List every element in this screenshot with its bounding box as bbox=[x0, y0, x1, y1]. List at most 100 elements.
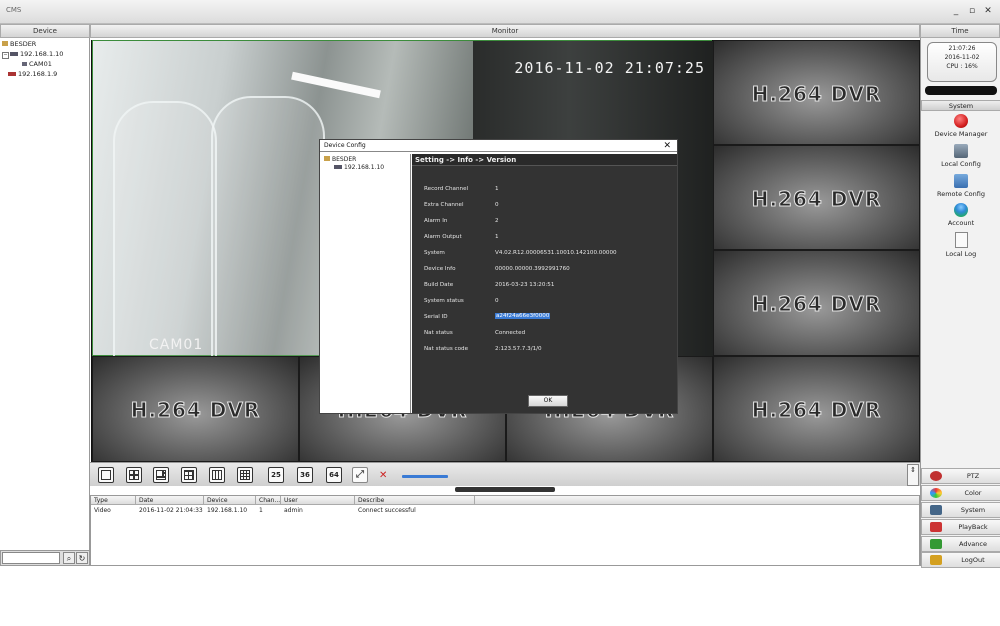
monitor-header: Monitor bbox=[90, 24, 920, 38]
layout-4-button[interactable] bbox=[126, 467, 142, 483]
field-label: Device Info bbox=[424, 266, 456, 272]
column-header-channel[interactable]: Chan... bbox=[256, 496, 281, 505]
account-icon bbox=[954, 203, 968, 217]
log-cell-date: 2016-11-02 21:04:33 bbox=[139, 507, 203, 514]
field-label: Alarm In bbox=[424, 218, 448, 224]
logout-button[interactable]: LogOut bbox=[921, 552, 1000, 568]
layout-25-button[interactable]: 25 bbox=[268, 467, 284, 483]
account-button[interactable]: Account bbox=[921, 203, 1000, 227]
layout-9-button[interactable] bbox=[181, 467, 197, 483]
ptz-icon bbox=[930, 471, 942, 481]
maximize-button[interactable]: ▫ bbox=[966, 5, 978, 17]
dialog-close-icon[interactable]: ✕ bbox=[663, 140, 671, 152]
field-label: Extra Channel bbox=[424, 202, 464, 208]
remote-config-button[interactable]: Remote Config bbox=[921, 174, 1000, 198]
search-icon[interactable]: ⌕ bbox=[63, 552, 75, 564]
view-toolbar: 25 36 64 ⤢ ✕ ⇕ bbox=[90, 462, 920, 486]
layout-16-button[interactable] bbox=[237, 467, 253, 483]
playback-button[interactable]: PlayBack bbox=[921, 519, 1000, 535]
remote-config-icon bbox=[954, 174, 968, 188]
layout-1-button[interactable] bbox=[98, 467, 114, 483]
event-log-table: Type Date Device Chan... User Describe V… bbox=[90, 495, 920, 566]
document-icon bbox=[954, 232, 968, 248]
tree-item-device[interactable]: 192.168.1.9 bbox=[8, 70, 57, 78]
log-cell-type: Video bbox=[94, 507, 111, 514]
layout-6-button[interactable] bbox=[153, 467, 169, 483]
device-config-dialog: Device Config ✕ BESDER 192.168.1.10 Sett… bbox=[319, 139, 678, 414]
volume-slider[interactable] bbox=[402, 475, 448, 478]
refresh-icon[interactable]: ↻ bbox=[76, 552, 88, 564]
camera-view-empty[interactable]: H.264 DVR bbox=[713, 145, 920, 250]
tree-item-device[interactable]: −192.168.1.10 bbox=[2, 50, 63, 59]
layout-36-button[interactable]: 36 bbox=[297, 467, 313, 483]
mute-icon[interactable]: ✕ bbox=[379, 470, 393, 482]
field-value: 00000.00000.3992991760 bbox=[495, 266, 570, 272]
system-button[interactable]: System bbox=[921, 502, 1000, 518]
close-button[interactable]: ✕ bbox=[982, 5, 994, 17]
column-header-date[interactable]: Date bbox=[136, 496, 204, 505]
version-info-panel: Setting -> Info -> Version Record Channe… bbox=[412, 154, 677, 413]
dvr-icon bbox=[8, 72, 16, 76]
app-title: CMS bbox=[6, 6, 22, 14]
field-value: 2:123.57.7.3/1/0 bbox=[495, 346, 542, 352]
status-bar bbox=[925, 86, 997, 95]
column-header-user[interactable]: User bbox=[281, 496, 355, 505]
right-panel: 21:07:26 2016-11-02 CPU : 16% System Dev… bbox=[920, 38, 1000, 568]
field-label: System status bbox=[424, 298, 464, 304]
dvr-icon bbox=[10, 52, 18, 56]
glass-door-left bbox=[113, 101, 217, 361]
field-value: V4.02.R12.00006531.10010.142100.00000 bbox=[495, 250, 617, 256]
folder-icon bbox=[324, 156, 330, 161]
panel-splitter[interactable] bbox=[455, 487, 555, 492]
dialog-title: Device Config ✕ bbox=[320, 140, 677, 152]
local-config-icon bbox=[954, 144, 968, 158]
ok-button[interactable]: OK bbox=[528, 395, 568, 407]
device-search-input[interactable] bbox=[2, 552, 60, 564]
column-header-describe[interactable]: Describe bbox=[355, 496, 475, 505]
tree-item-root[interactable]: BESDER bbox=[2, 40, 36, 48]
collapse-icon: − bbox=[2, 52, 9, 59]
camera-icon bbox=[22, 62, 27, 66]
field-value: 2016-03-23 13:20:51 bbox=[495, 282, 555, 288]
dialog-tree-device[interactable]: 192.168.1.10 bbox=[334, 164, 384, 171]
layout-64-button[interactable]: 64 bbox=[326, 467, 342, 483]
collapse-toggle-icon[interactable]: ⇕ bbox=[907, 464, 919, 486]
camera-view-empty[interactable]: H.264 DVR bbox=[713, 356, 920, 462]
color-button[interactable]: Color bbox=[921, 485, 1000, 501]
field-label: Nat status bbox=[424, 330, 453, 336]
field-value: 1 bbox=[495, 234, 499, 240]
tree-item-camera[interactable]: CAM01 bbox=[22, 60, 52, 68]
color-icon bbox=[930, 488, 942, 498]
ceiling-light bbox=[291, 71, 381, 99]
field-label: Serial ID bbox=[424, 314, 448, 320]
layout-13-button[interactable] bbox=[209, 467, 225, 483]
ptz-button[interactable]: PTZ bbox=[921, 468, 1000, 484]
cpu-usage: CPU : 16% bbox=[946, 63, 978, 70]
minimize-button[interactable]: _ bbox=[950, 5, 962, 17]
logout-icon bbox=[930, 555, 942, 565]
column-header-device[interactable]: Device bbox=[204, 496, 256, 505]
dvr-icon bbox=[334, 165, 342, 169]
advance-button[interactable]: Advance bbox=[921, 536, 1000, 552]
camera-view-empty[interactable]: H.264 DVR bbox=[92, 356, 299, 462]
advance-icon bbox=[930, 539, 942, 549]
field-value: Connected bbox=[495, 330, 526, 336]
log-cell-device: 192.168.1.10 bbox=[207, 507, 248, 514]
folder-icon bbox=[2, 41, 8, 46]
camera-view-empty[interactable]: H.264 DVR bbox=[713, 250, 920, 356]
local-config-button[interactable]: Local Config bbox=[921, 144, 1000, 168]
camera-view-empty[interactable]: H.264 DVR bbox=[713, 40, 920, 145]
fullscreen-icon[interactable]: ⤢ bbox=[352, 467, 368, 483]
playback-icon bbox=[930, 522, 942, 532]
field-label: Record Channel bbox=[424, 186, 469, 192]
field-value: 0 bbox=[495, 298, 499, 304]
glass-door-right bbox=[211, 96, 325, 361]
dialog-device-tree: BESDER 192.168.1.10 bbox=[322, 154, 411, 413]
dialog-tree-root[interactable]: BESDER bbox=[324, 156, 356, 163]
column-header-type[interactable]: Type bbox=[91, 496, 136, 505]
column-header-filler bbox=[475, 496, 919, 505]
device-manager-button[interactable]: Device Manager bbox=[921, 114, 1000, 138]
serial-id-field[interactable]: a24f24a66e3f0000 bbox=[495, 313, 551, 319]
local-log-button[interactable]: Local Log bbox=[921, 232, 1000, 258]
camera-name-label: CAM01 bbox=[149, 337, 204, 353]
